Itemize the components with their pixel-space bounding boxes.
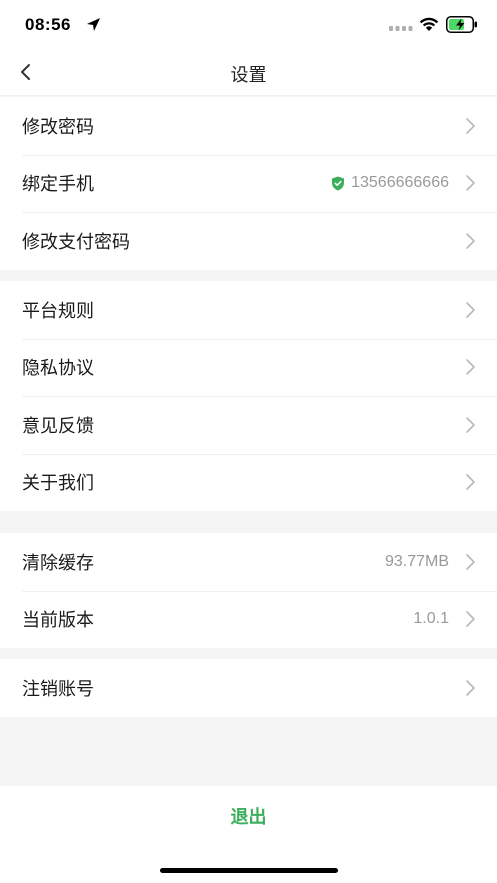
- logout-button[interactable]: 退出: [0, 786, 497, 846]
- settings-item-current-version[interactable]: 当前版本 1.0.1: [0, 590, 497, 649]
- chevron-right-icon: [466, 232, 475, 249]
- settings-item-label: 清除缓存: [22, 552, 94, 574]
- settings-item-label: 修改密码: [22, 116, 94, 138]
- settings-item-label: 平台规则: [22, 300, 94, 322]
- chevron-right-icon: [466, 553, 475, 570]
- cellular-signal-icon: [389, 26, 413, 31]
- settings-group-info: 平台规则 隐私协议 意见反馈 关于我们: [0, 281, 497, 511]
- nav-bar: 设置: [0, 48, 497, 96]
- chevron-right-icon: [466, 416, 475, 433]
- settings-screen: 08:56 设置 修改密码 绑定手机 13566666666 修改支付密码 平台…: [0, 0, 497, 883]
- settings-item-delete-account[interactable]: 注销账号: [0, 659, 497, 717]
- chevron-right-icon: [466, 474, 475, 491]
- settings-item-label: 当前版本: [22, 610, 94, 632]
- settings-item-feedback[interactable]: 意见反馈: [0, 396, 497, 454]
- chevron-right-icon: [466, 611, 475, 628]
- chevron-right-icon: [466, 117, 475, 134]
- settings-item-privacy-policy[interactable]: 隐私协议: [0, 338, 497, 397]
- battery-charging-icon: [446, 16, 477, 33]
- chevron-right-icon: [466, 679, 475, 696]
- settings-group-account-deletion: 注销账号: [0, 659, 497, 717]
- settings-item-label: 注销账号: [22, 678, 94, 700]
- home-indicator[interactable]: [160, 868, 338, 873]
- settings-item-change-pay-password[interactable]: 修改支付密码: [0, 212, 497, 270]
- version-value: 1.0.1: [413, 610, 449, 628]
- settings-item-label: 修改支付密码: [22, 231, 130, 253]
- settings-item-label: 绑定手机: [22, 174, 94, 196]
- settings-group-account: 修改密码 绑定手机 13566666666 修改支付密码: [0, 97, 497, 270]
- chevron-right-icon: [466, 175, 475, 192]
- page-title: 设置: [230, 65, 267, 86]
- settings-item-change-password[interactable]: 修改密码: [0, 97, 497, 155]
- settings-item-platform-rules[interactable]: 平台规则: [0, 281, 497, 339]
- settings-item-label: 关于我们: [22, 473, 94, 495]
- bound-phone-number: 13566666666: [351, 174, 449, 192]
- status-bar: 08:56: [0, 0, 497, 48]
- settings-item-clear-cache[interactable]: 清除缓存 93.77MB: [0, 533, 497, 591]
- settings-item-label: 隐私协议: [22, 358, 94, 380]
- wifi-icon: [419, 17, 439, 31]
- settings-item-label: 意见反馈: [22, 415, 94, 437]
- settings-item-bind-phone[interactable]: 绑定手机 13566666666: [0, 154, 497, 213]
- chevron-right-icon: [466, 359, 475, 376]
- settings-group-app: 清除缓存 93.77MB 当前版本 1.0.1: [0, 533, 497, 648]
- status-time: 08:56: [25, 15, 71, 34]
- settings-item-about-us[interactable]: 关于我们: [0, 453, 497, 512]
- cache-size-value: 93.77MB: [384, 552, 449, 570]
- location-arrow-icon: [86, 17, 101, 32]
- shield-check-icon: [332, 176, 345, 191]
- settings-item-value: 13566666666: [331, 174, 449, 192]
- chevron-right-icon: [466, 301, 475, 318]
